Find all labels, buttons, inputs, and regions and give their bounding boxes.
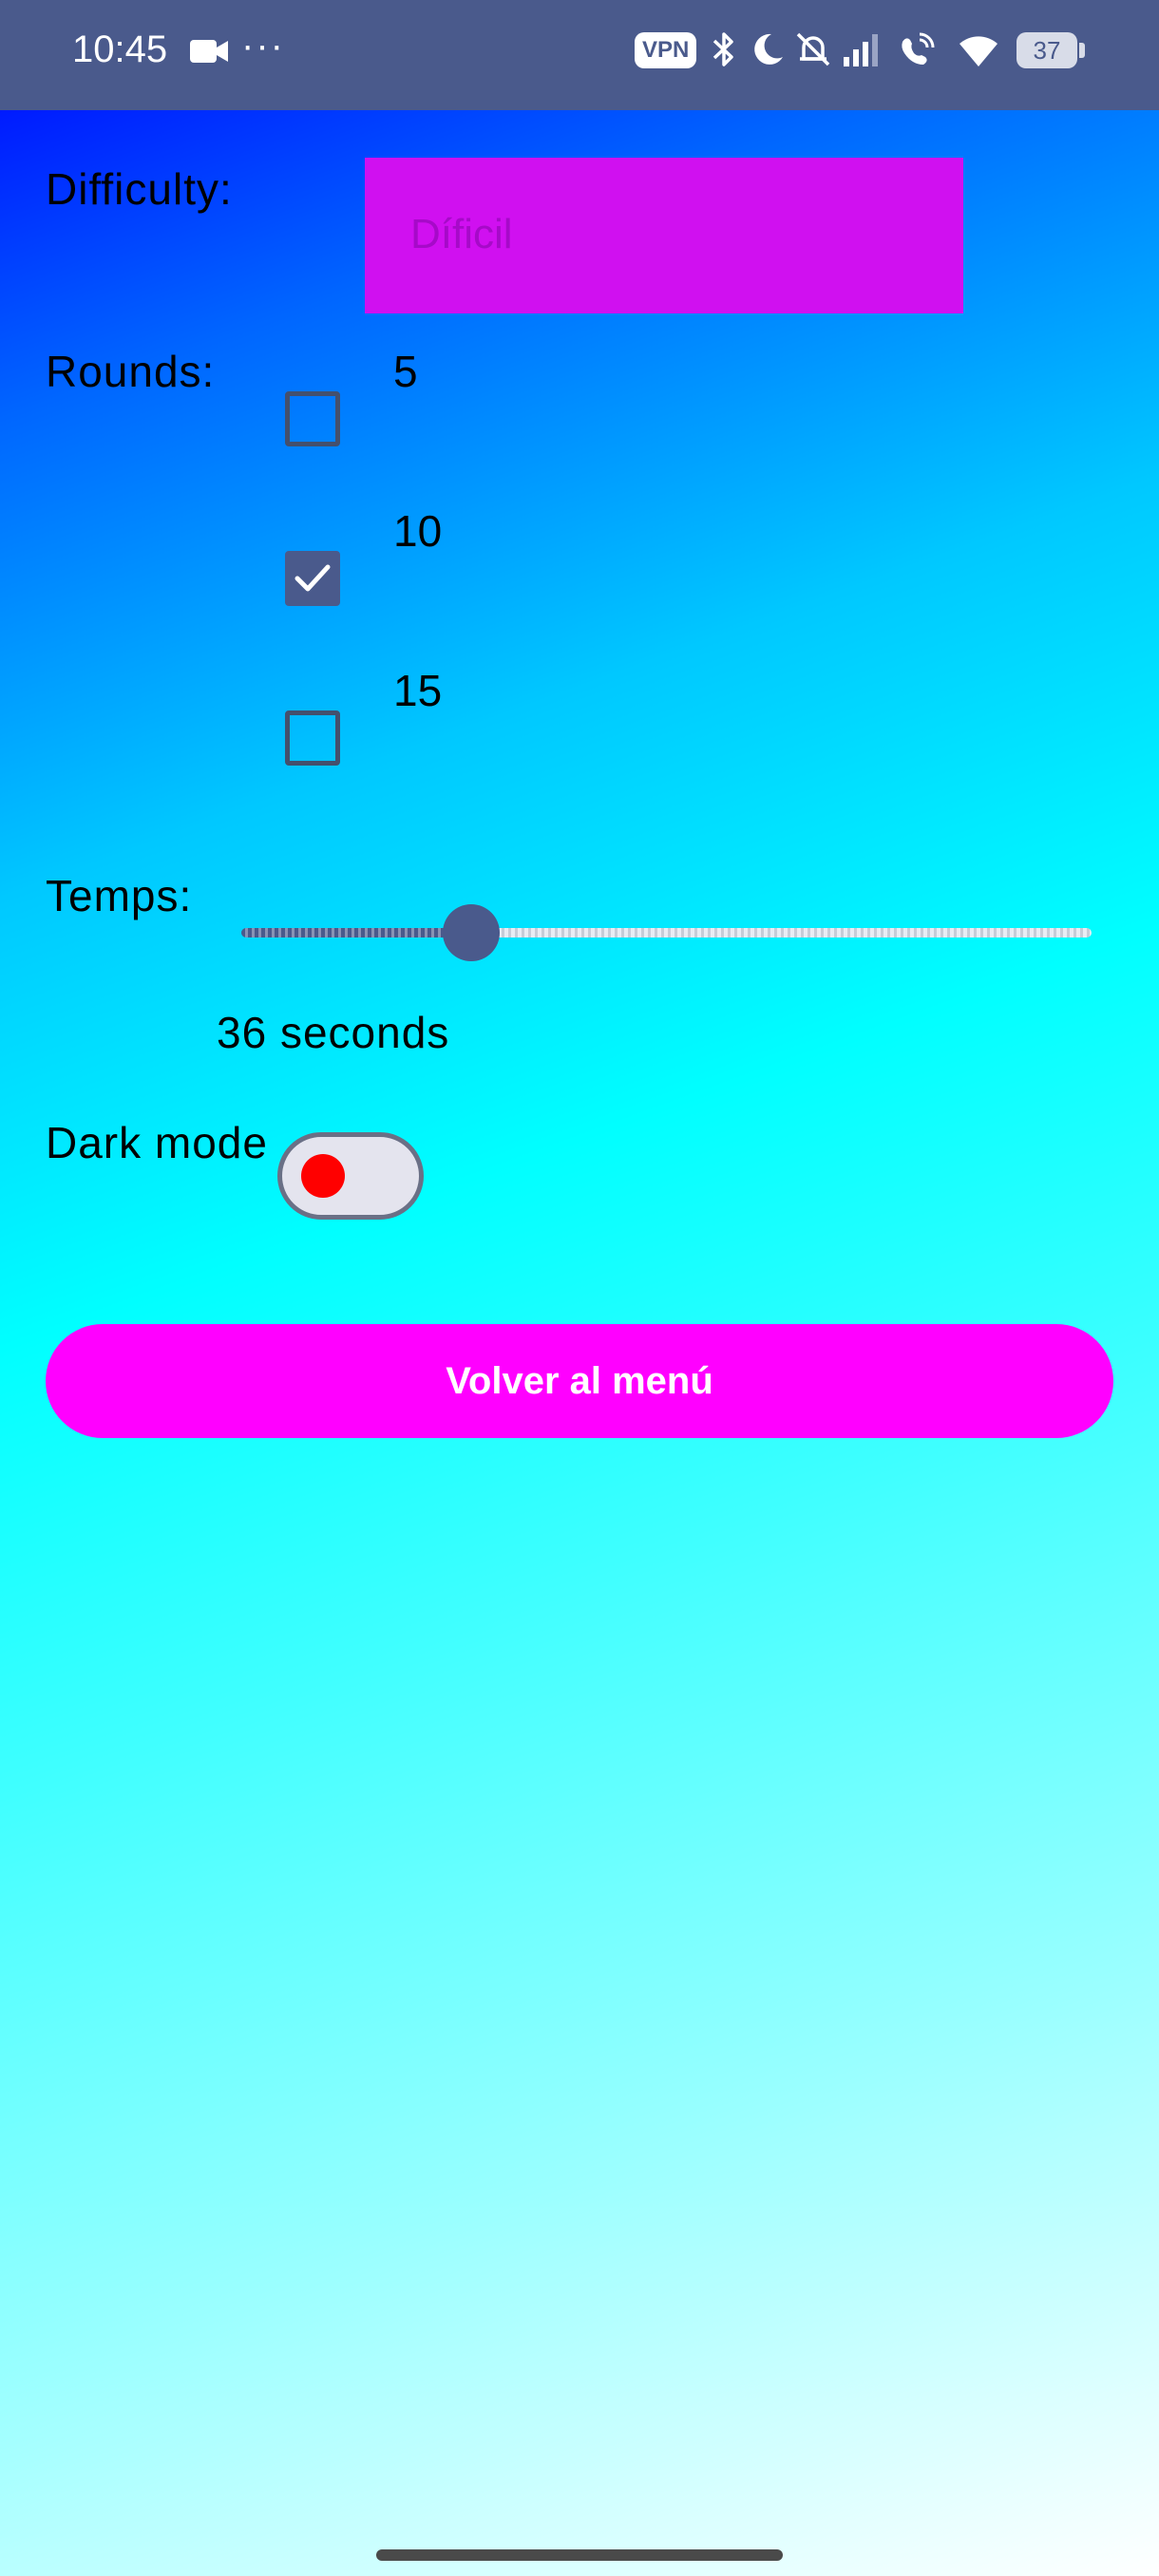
back-to-menu-button[interactable]: Volver al menú	[46, 1324, 1113, 1438]
dark-mode-switch[interactable]	[277, 1132, 424, 1220]
rounds-option-label: 10	[393, 506, 443, 556]
rounds-checkbox-5[interactable]	[285, 391, 340, 446]
wifi-icon	[960, 36, 998, 66]
time-slider[interactable]	[241, 904, 1092, 961]
wifi-calling-icon	[902, 32, 935, 65]
moon-icon	[754, 33, 783, 65]
status-bar: 10:45 ··· VPN 37	[0, 0, 1159, 110]
battery-tip	[1079, 43, 1085, 58]
difficulty-value: Díficil	[410, 211, 513, 257]
rounds-option-label: 15	[393, 666, 443, 715]
vpn-badge: VPN	[635, 32, 697, 68]
home-indicator[interactable]	[376, 2549, 783, 2561]
check-icon	[294, 564, 331, 592]
rounds-checkbox-10[interactable]	[285, 551, 340, 606]
status-time: 10:45	[72, 28, 168, 70]
slider-track-inactive	[471, 928, 1092, 938]
bell-off-icon	[796, 32, 830, 66]
bluetooth-icon	[712, 32, 733, 66]
time-label: Temps:	[46, 871, 193, 920]
rounds-label: Rounds:	[46, 347, 216, 396]
more-notifications-icon: ···	[241, 25, 285, 66]
slider-track-active	[241, 928, 471, 938]
slider-thumb[interactable]	[443, 904, 500, 961]
signal-icon	[844, 34, 878, 66]
dark-mode-label: Dark mode	[46, 1118, 268, 1167]
difficulty-label: Difficulty:	[46, 164, 233, 214]
video-camera-icon	[190, 40, 228, 63]
time-value: 36 seconds	[217, 1008, 450, 1057]
switch-knob	[301, 1154, 345, 1198]
battery-icon: 37	[1016, 32, 1077, 68]
rounds-option-label: 5	[393, 347, 418, 396]
rounds-checkbox-15[interactable]	[285, 710, 340, 766]
difficulty-field[interactable]: Díficil	[365, 158, 963, 313]
